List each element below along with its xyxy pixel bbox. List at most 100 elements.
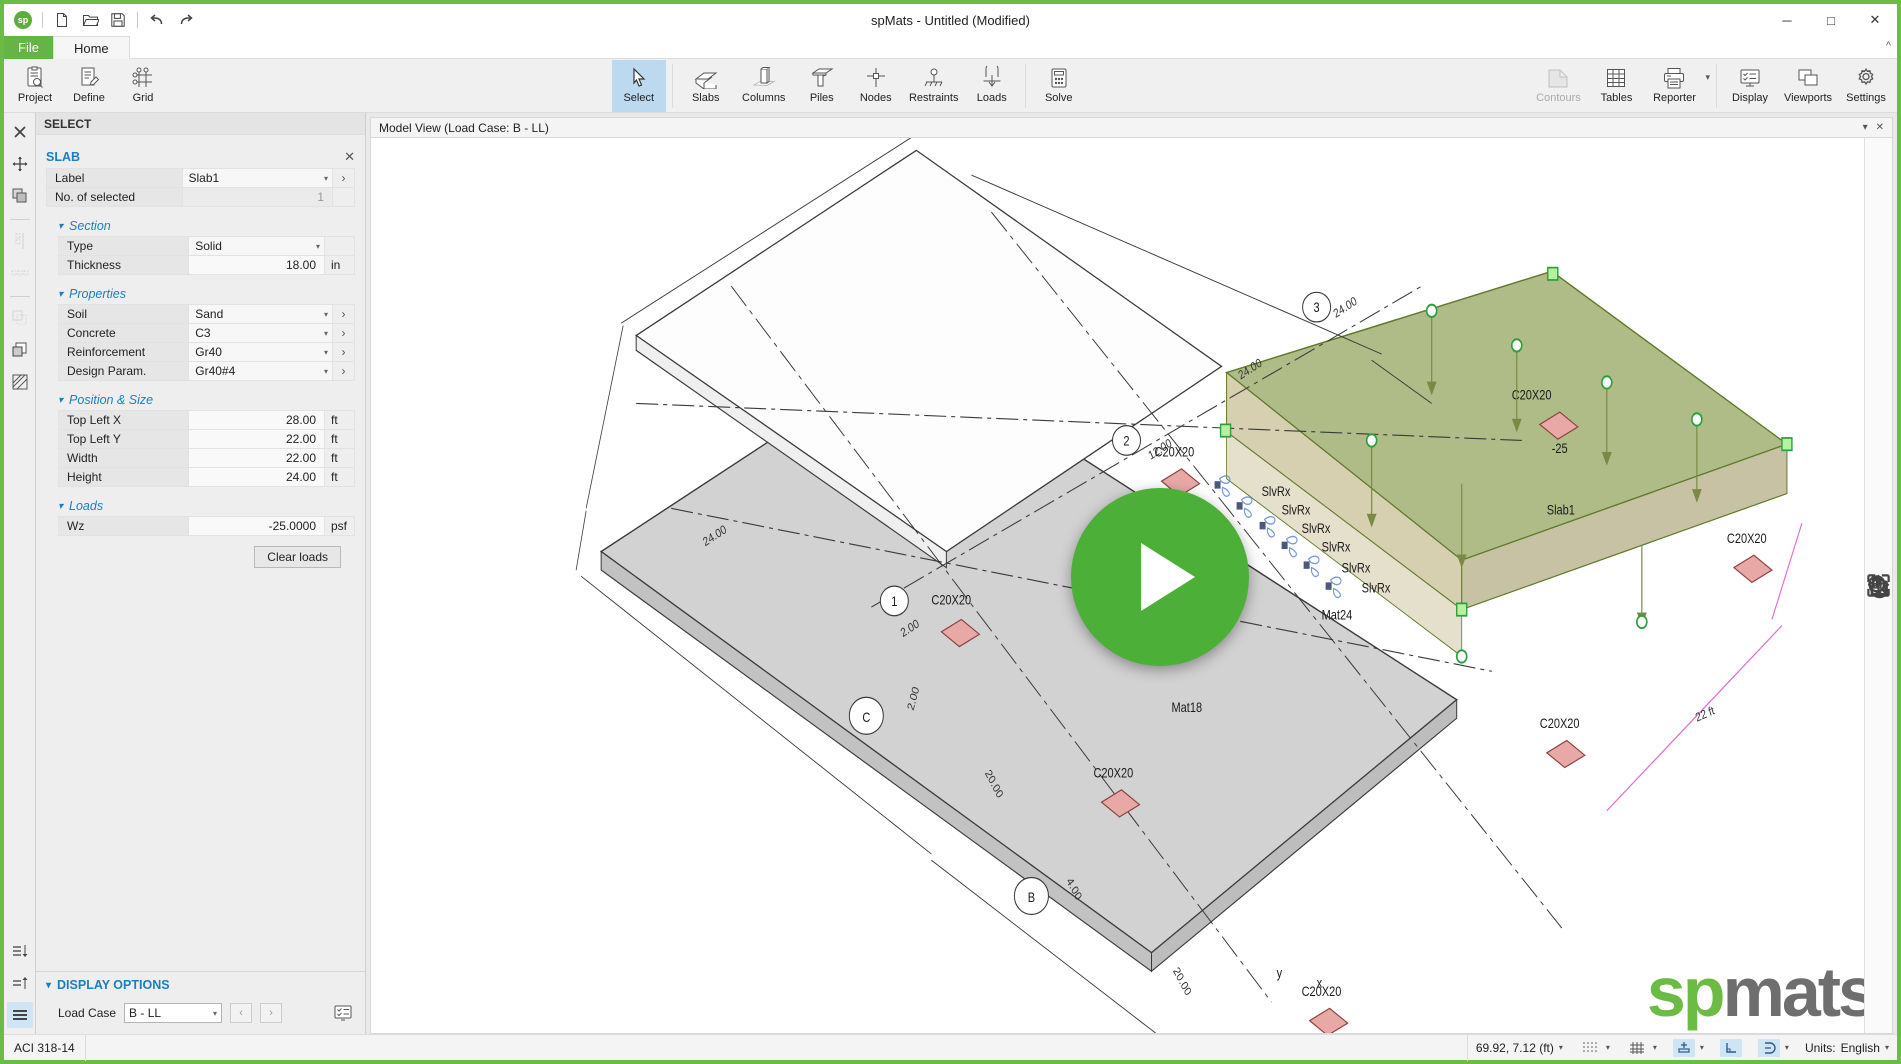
wz-input[interactable]: -25.0000 (188, 516, 325, 536)
concrete-combo[interactable]: C3 ▾ (188, 323, 333, 343)
minimize-button[interactable]: ─ (1765, 4, 1809, 36)
tab-home[interactable]: Home (52, 36, 130, 59)
top-left-y-input[interactable]: 22.00 (188, 429, 325, 449)
loads-group-header[interactable]: ▾ Loads (58, 499, 355, 513)
ribbon-button-piles[interactable]: Piles (795, 60, 849, 112)
ribbon-button-nodes[interactable]: Nodes (849, 60, 903, 112)
list-icon[interactable] (6, 1002, 33, 1028)
mat-label: Mat18 (1172, 700, 1203, 715)
contours-icon (1545, 64, 1571, 91)
redo-icon[interactable] (172, 8, 198, 32)
hatch-icon[interactable] (7, 369, 33, 395)
move-icon[interactable] (7, 151, 33, 177)
ribbon-button-select[interactable]: Select (611, 60, 666, 112)
grid-snap-icon (1626, 1039, 1648, 1057)
ortho-snap[interactable] (1712, 1035, 1750, 1061)
display-settings-button[interactable] (331, 1002, 355, 1024)
hand-icon[interactable] (1869, 349, 1889, 599)
units-status[interactable]: Units: English ▾ (1797, 1035, 1897, 1061)
duplicate-icon[interactable] (7, 305, 33, 331)
open-folder-icon[interactable] (77, 8, 103, 32)
sort-up-icon[interactable] (7, 970, 33, 996)
chevron-down-icon: ▾ (323, 173, 328, 183)
sort-down-icon[interactable] (7, 938, 33, 964)
reinforcement-combo[interactable]: Gr40 ▾ (188, 342, 333, 362)
properties-group-header[interactable]: ▾ Properties (58, 287, 355, 301)
sp-logo-icon[interactable]: sp (10, 8, 36, 32)
slab-section-close-icon[interactable]: ✕ (344, 149, 355, 165)
ribbon-button-columns[interactable]: Columns (733, 60, 795, 112)
ribbon-button-reporter[interactable]: Reporter (1643, 60, 1705, 112)
ribbon-button-restraints[interactable]: Restraints (903, 60, 965, 112)
ribbon-button-solve[interactable]: Solve (1032, 60, 1086, 112)
load-case-next-button[interactable]: › (260, 1003, 283, 1023)
view-toolbar (1864, 138, 1892, 1033)
ribbon-collapse-icon[interactable]: ^ (1886, 40, 1891, 52)
coordinates-status[interactable]: 69.92, 7.12 (ft) ▾ (1468, 1035, 1571, 1061)
undo-icon[interactable] (144, 8, 170, 32)
maximize-button[interactable]: □ (1809, 4, 1853, 36)
top-left-x-input[interactable]: 28.00 (188, 410, 325, 430)
project-icon (24, 64, 46, 91)
clear-loads-button[interactable]: Clear loads (254, 546, 341, 568)
bring-front-icon[interactable] (7, 337, 33, 363)
align-horizontal-icon[interactable] (7, 260, 33, 286)
close-button[interactable]: ✕ (1853, 4, 1897, 36)
dot-grid-snap[interactable]: ▾ (1571, 1035, 1618, 1061)
design-param-detail-arrow-icon[interactable]: › (332, 361, 355, 381)
load-case-select[interactable]: B - LL ▾ (124, 1003, 223, 1023)
position-size-group-title: Position & Size (69, 393, 154, 407)
ribbon-button-slabs[interactable]: Slabs (679, 60, 733, 112)
ribbon-button-tables[interactable]: Tables (1589, 60, 1643, 112)
reporter-dropdown-icon[interactable]: ▾ (1705, 60, 1710, 112)
grid-bubble-2: 2 (1123, 433, 1129, 448)
type-combo[interactable]: Solid ▾ (188, 236, 325, 256)
grid-snap[interactable]: ▾ (1618, 1035, 1665, 1061)
soil-combo[interactable]: Sand ▾ (188, 304, 333, 324)
view-close-icon[interactable]: ✕ (1876, 122, 1884, 133)
ribbon-button-define[interactable]: Define (62, 60, 116, 112)
position-size-group-header[interactable]: ▾ Position & Size (58, 393, 355, 407)
concrete-detail-arrow-icon[interactable]: › (332, 323, 355, 343)
soil-detail-arrow-icon[interactable]: › (332, 304, 355, 324)
design-param-combo[interactable]: Gr40#4 ▾ (188, 361, 333, 381)
thickness-input[interactable]: 18.00 (188, 255, 325, 275)
reinforcement-detail-arrow-icon[interactable]: › (332, 342, 355, 362)
model-canvas[interactable]: 22 ft A B C 1 2 (370, 137, 1893, 1034)
ribbon-button-display[interactable]: Display (1723, 60, 1777, 112)
display-options-header[interactable]: ▾ DISPLAY OPTIONS (46, 978, 355, 992)
chevron-down-icon[interactable]: ▾ (1700, 1043, 1704, 1052)
ribbon-label: Grid (132, 92, 154, 104)
ribbon-button-project[interactable]: Project (8, 60, 62, 112)
chevron-down-icon[interactable]: ▾ (1606, 1043, 1610, 1052)
close-icon[interactable] (7, 119, 33, 145)
label-combo[interactable]: Slab1 ▾ (181, 168, 334, 188)
restraint-label: SlvRx (1342, 560, 1371, 575)
copy-icon[interactable] (7, 183, 33, 209)
row-label: Label (46, 168, 183, 188)
ribbon-button-settings[interactable]: Settings (1839, 60, 1893, 112)
play-button[interactable] (1071, 488, 1249, 666)
ribbon-button-contours[interactable]: Contours (1527, 60, 1589, 112)
chevron-down-icon: ▾ (58, 220, 64, 232)
align-vertical-icon[interactable] (7, 228, 33, 254)
load-case-prev-button[interactable]: ‹ (230, 1003, 253, 1023)
section-group-header[interactable]: ▾ Section (58, 219, 355, 233)
save-icon[interactable] (105, 8, 131, 32)
ribbon-button-viewports[interactable]: Viewports (1777, 60, 1839, 112)
new-file-icon[interactable] (49, 8, 75, 32)
ribbon-label: Settings (1846, 92, 1886, 104)
polar-snap[interactable]: ▾ (1750, 1035, 1797, 1061)
table-row: Concrete C3 ▾ › (57, 323, 355, 343)
chevron-down-icon[interactable]: ▾ (1653, 1043, 1657, 1052)
chevron-down-icon[interactable]: ▾ (1785, 1043, 1789, 1052)
object-snap[interactable]: ▾ (1665, 1035, 1712, 1061)
tab-file[interactable]: File (4, 36, 53, 59)
height-input[interactable]: 24.00 (188, 467, 325, 487)
ribbon-button-loads[interactable]: Loads (965, 60, 1019, 112)
ribbon-button-grid[interactable]: Grid (116, 60, 170, 112)
ribbon-label: Loads (976, 92, 1007, 104)
slab-detail-arrow-icon[interactable]: › (332, 168, 355, 188)
view-pin-icon[interactable]: ▾ (1863, 122, 1868, 133)
width-input[interactable]: 22.00 (188, 448, 325, 468)
